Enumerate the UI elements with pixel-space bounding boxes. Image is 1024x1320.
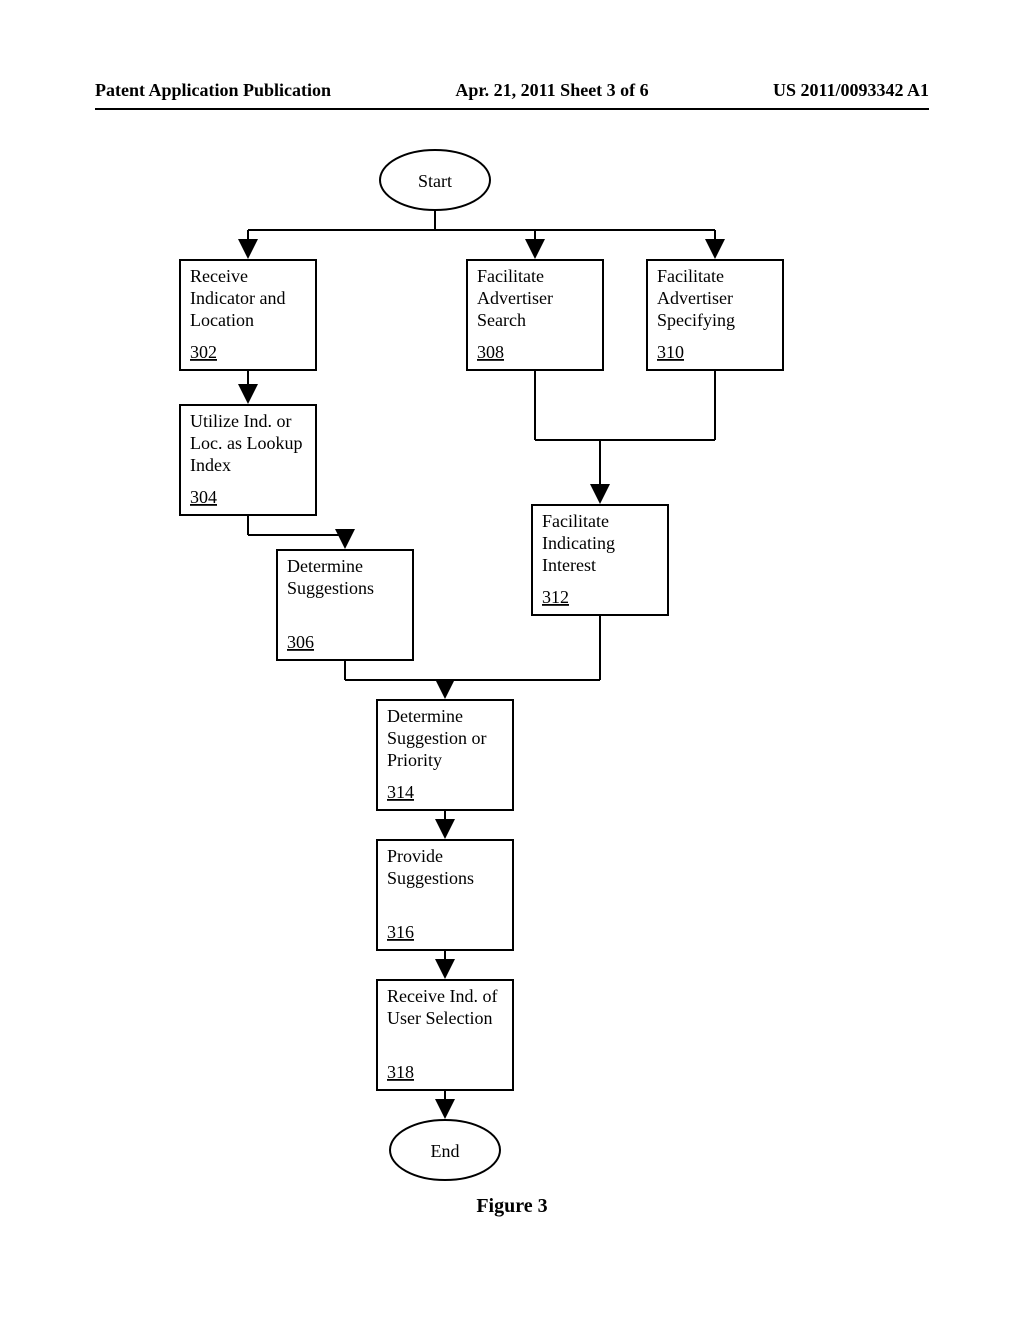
box-302-line1: Receive (190, 266, 248, 286)
end-label: End (431, 1141, 460, 1161)
box-314-line1: Determine (387, 706, 463, 726)
start-terminator: Start (380, 150, 490, 210)
box-318-line2: User Selection (387, 1008, 492, 1028)
page-root: Patent Application Publication Apr. 21, … (0, 0, 1024, 1320)
box-318: Receive Ind. of User Selection 318 (377, 980, 513, 1090)
box-302-line2: Indicator and (190, 288, 285, 308)
box-314-ref: 314 (387, 782, 414, 802)
box-304-line2: Loc. as Lookup (190, 433, 302, 453)
box-302: Receive Indicator and Location 302 (180, 260, 316, 370)
box-302-ref: 302 (190, 342, 217, 362)
box-304: Utilize Ind. or Loc. as Lookup Index 304 (180, 405, 316, 515)
box-316: Provide Suggestions 316 (377, 840, 513, 950)
box-312: Facilitate Indicating Interest 312 (532, 505, 668, 615)
page-header: Patent Application Publication Apr. 21, … (95, 80, 929, 101)
header-publication-type: Patent Application Publication (95, 80, 331, 101)
box-316-line2: Suggestions (387, 868, 474, 888)
box-308-ref: 308 (477, 342, 504, 362)
box-304-line1: Utilize Ind. or (190, 411, 291, 431)
box-304-line3: Index (190, 455, 231, 475)
box-308-line3: Search (477, 310, 526, 330)
box-308-line1: Facilitate (477, 266, 544, 286)
box-306-ref: 306 (287, 632, 314, 652)
box-314: Determine Suggestion or Priority 314 (377, 700, 513, 810)
end-terminator: End (390, 1120, 500, 1180)
box-306: Determine Suggestions 306 (277, 550, 413, 660)
box-302-line3: Location (190, 310, 254, 330)
box-306-line2: Suggestions (287, 578, 374, 598)
box-310-ref: 310 (657, 342, 684, 362)
box-312-line1: Facilitate (542, 511, 609, 531)
box-312-line3: Interest (542, 555, 596, 575)
box-308-line2: Advertiser (477, 288, 553, 308)
box-304-ref: 304 (190, 487, 217, 507)
box-312-ref: 312 (542, 587, 569, 607)
header-publication-number: US 2011/0093342 A1 (773, 80, 929, 101)
box-310-line3: Specifying (657, 310, 735, 330)
box-312-line2: Indicating (542, 533, 615, 553)
figure-caption: Figure 3 (0, 1195, 1024, 1218)
start-label: Start (418, 171, 452, 191)
box-316-line1: Provide (387, 846, 443, 866)
flowchart-svg: Start Receive Indicator and Location 302… (95, 140, 929, 1190)
header-date-sheet: Apr. 21, 2011 Sheet 3 of 6 (331, 80, 773, 101)
box-318-ref: 318 (387, 1062, 414, 1082)
box-310-line1: Facilitate (657, 266, 724, 286)
box-314-line3: Priority (387, 750, 442, 770)
box-316-ref: 316 (387, 922, 414, 942)
box-310-line2: Advertiser (657, 288, 733, 308)
box-306-line1: Determine (287, 556, 363, 576)
box-310: Facilitate Advertiser Specifying 310 (647, 260, 783, 370)
header-rule (95, 108, 929, 110)
box-318-line1: Receive Ind. of (387, 986, 497, 1006)
box-308: Facilitate Advertiser Search 308 (467, 260, 603, 370)
box-314-line2: Suggestion or (387, 728, 487, 748)
